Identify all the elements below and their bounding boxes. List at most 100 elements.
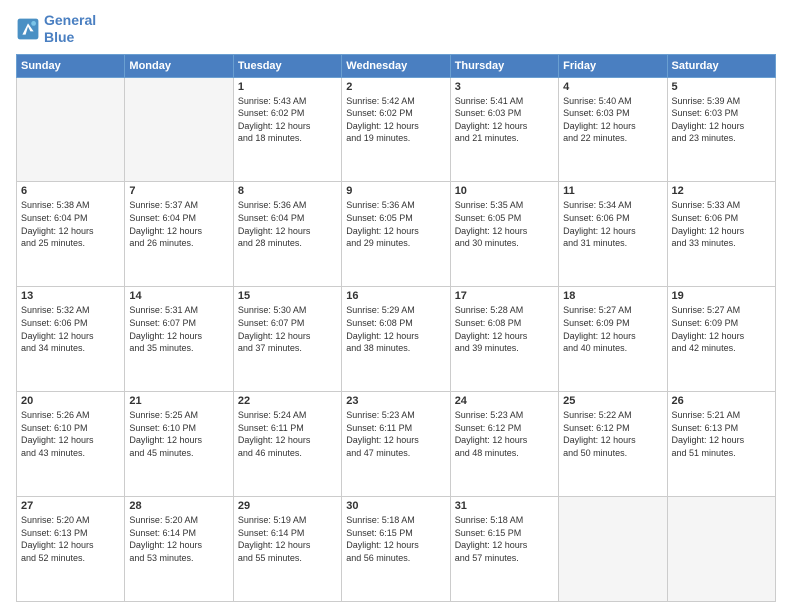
calendar-cell: 3Sunrise: 5:41 AM Sunset: 6:03 PM Daylig… [450,77,558,182]
logo: General Blue [16,12,96,46]
cell-content: Sunrise: 5:34 AM Sunset: 6:06 PM Dayligh… [563,199,662,249]
cell-content: Sunrise: 5:25 AM Sunset: 6:10 PM Dayligh… [129,409,228,459]
day-number: 28 [129,500,228,512]
cell-content: Sunrise: 5:36 AM Sunset: 6:05 PM Dayligh… [346,199,445,249]
calendar-week-row: 6Sunrise: 5:38 AM Sunset: 6:04 PM Daylig… [17,182,776,287]
calendar-cell: 8 Sunrise: 5:36 AM Sunset: 6:04 PM Daylig… [233,182,341,287]
cell-content: Sunrise: 5:18 AM Sunset: 6:15 PM Dayligh… [455,514,554,564]
day-number: 25 [563,395,662,407]
day-number: 15 [238,290,337,302]
calendar-cell: 15 Sunrise: 5:30 AM Sunset: 6:07 PM Dayli… [233,287,341,392]
cell-content: Sunrise: 5:27 AM Sunset: 6:09 PM Dayligh… [672,304,771,354]
day-number: 19 [672,290,771,302]
day-number: 27 [21,500,120,512]
calendar-cell: 27 Sunrise: 5:20 AM Sunset: 6:13 PM Dayli… [17,497,125,602]
calendar-cell: 30 Sunrise: 5:18 AM Sunset: 6:15 PM Dayli… [342,497,450,602]
calendar-cell: 13 Sunrise: 5:32 AM Sunset: 6:06 PM Dayli… [17,287,125,392]
calendar-cell: 25Sunrise: 5:22 AM Sunset: 6:12 PM Dayli… [559,392,667,497]
calendar-cell: 17 Sunrise: 5:28 AM Sunset: 6:08 PM Dayli… [450,287,558,392]
calendar-cell: 22Sunrise: 5:24 AM Sunset: 6:11 PM Dayli… [233,392,341,497]
cell-content: Sunrise: 5:33 AM Sunset: 6:06 PM Dayligh… [672,199,771,249]
calendar-week-row: 13 Sunrise: 5:32 AM Sunset: 6:06 PM Dayli… [17,287,776,392]
calendar-day-header: Tuesday [233,54,341,77]
calendar-cell: 29 Sunrise: 5:19 AM Sunset: 6:14 PM Dayli… [233,497,341,602]
cell-content: Sunrise: 5:40 AM Sunset: 6:03 PM Dayligh… [563,95,662,145]
calendar-day-header: Monday [125,54,233,77]
calendar-cell: 7 Sunrise: 5:37 AM Sunset: 6:04 PM Daylig… [125,182,233,287]
calendar-cell: 11 Sunrise: 5:34 AM Sunset: 6:06 PM Dayli… [559,182,667,287]
calendar-cell: 21 Sunrise: 5:25 AM Sunset: 6:10 PM Dayli… [125,392,233,497]
calendar-cell: 31 Sunrise: 5:18 AM Sunset: 6:15 PM Dayli… [450,497,558,602]
cell-content: Sunrise: 5:23 AM Sunset: 6:12 PM Dayligh… [455,409,554,459]
cell-content: Sunrise: 5:31 AM Sunset: 6:07 PM Dayligh… [129,304,228,354]
calendar-cell: 5 Sunrise: 5:39 AM Sunset: 6:03 PM Daylig… [667,77,775,182]
cell-content: Sunrise: 5:36 AM Sunset: 6:04 PM Dayligh… [238,199,337,249]
calendar-cell: 28 Sunrise: 5:20 AM Sunset: 6:14 PM Dayli… [125,497,233,602]
day-number: 29 [238,500,337,512]
day-number: 13 [21,290,120,302]
day-number: 2 [346,81,445,93]
day-number: 14 [129,290,228,302]
cell-content: Sunrise: 5:30 AM Sunset: 6:07 PM Dayligh… [238,304,337,354]
cell-content: Sunrise: 5:26 AM Sunset: 6:10 PM Dayligh… [21,409,120,459]
calendar-cell [17,77,125,182]
calendar-cell [125,77,233,182]
calendar-day-header: Wednesday [342,54,450,77]
calendar-day-header: Friday [559,54,667,77]
cell-content: Sunrise: 5:28 AM Sunset: 6:08 PM Dayligh… [455,304,554,354]
day-number: 1 [238,81,337,93]
cell-content: Sunrise: 5:32 AM Sunset: 6:06 PM Dayligh… [21,304,120,354]
calendar-cell [667,497,775,602]
calendar-cell: 6Sunrise: 5:38 AM Sunset: 6:04 PM Daylig… [17,182,125,287]
calendar-cell: 10Sunrise: 5:35 AM Sunset: 6:05 PM Dayli… [450,182,558,287]
calendar-day-header: Sunday [17,54,125,77]
calendar-cell: 2Sunrise: 5:42 AM Sunset: 6:02 PM Daylig… [342,77,450,182]
calendar-cell: 4 Sunrise: 5:40 AM Sunset: 6:03 PM Daylig… [559,77,667,182]
cell-content: Sunrise: 5:27 AM Sunset: 6:09 PM Dayligh… [563,304,662,354]
calendar-table: SundayMondayTuesdayWednesdayThursdayFrid… [16,54,776,602]
cell-content: Sunrise: 5:20 AM Sunset: 6:14 PM Dayligh… [129,514,228,564]
day-number: 11 [563,185,662,197]
day-number: 16 [346,290,445,302]
day-number: 5 [672,81,771,93]
day-number: 23 [346,395,445,407]
cell-content: Sunrise: 5:20 AM Sunset: 6:13 PM Dayligh… [21,514,120,564]
day-number: 31 [455,500,554,512]
cell-content: Sunrise: 5:38 AM Sunset: 6:04 PM Dayligh… [21,199,120,249]
calendar-page: General Blue SundayMondayTuesdayWednesda… [0,0,792,612]
day-number: 12 [672,185,771,197]
calendar-cell: 14 Sunrise: 5:31 AM Sunset: 6:07 PM Dayli… [125,287,233,392]
day-number: 7 [129,185,228,197]
day-number: 24 [455,395,554,407]
calendar-week-row: 1Sunrise: 5:43 AM Sunset: 6:02 PM Daylig… [17,77,776,182]
calendar-day-header: Saturday [667,54,775,77]
calendar-cell: 12 Sunrise: 5:33 AM Sunset: 6:06 PM Dayli… [667,182,775,287]
calendar-cell: 20 Sunrise: 5:26 AM Sunset: 6:10 PM Dayli… [17,392,125,497]
day-number: 30 [346,500,445,512]
cell-content: Sunrise: 5:19 AM Sunset: 6:14 PM Dayligh… [238,514,337,564]
calendar-cell: 18 Sunrise: 5:27 AM Sunset: 6:09 PM Dayli… [559,287,667,392]
day-number: 18 [563,290,662,302]
calendar-cell: 26 Sunrise: 5:21 AM Sunset: 6:13 PM Dayli… [667,392,775,497]
cell-content: Sunrise: 5:39 AM Sunset: 6:03 PM Dayligh… [672,95,771,145]
calendar-day-header: Thursday [450,54,558,77]
cell-content: Sunrise: 5:29 AM Sunset: 6:08 PM Dayligh… [346,304,445,354]
calendar-cell: 1Sunrise: 5:43 AM Sunset: 6:02 PM Daylig… [233,77,341,182]
calendar-cell: 9Sunrise: 5:36 AM Sunset: 6:05 PM Daylig… [342,182,450,287]
logo-text: General Blue [44,12,96,46]
logo-icon [16,17,40,41]
day-number: 20 [21,395,120,407]
day-number: 8 [238,185,337,197]
day-number: 26 [672,395,771,407]
cell-content: Sunrise: 5:37 AM Sunset: 6:04 PM Dayligh… [129,199,228,249]
cell-content: Sunrise: 5:21 AM Sunset: 6:13 PM Dayligh… [672,409,771,459]
day-number: 17 [455,290,554,302]
cell-content: Sunrise: 5:23 AM Sunset: 6:11 PM Dayligh… [346,409,445,459]
calendar-cell: 16 Sunrise: 5:29 AM Sunset: 6:08 PM Dayli… [342,287,450,392]
day-number: 21 [129,395,228,407]
calendar-cell [559,497,667,602]
calendar-cell: 23 Sunrise: 5:23 AM Sunset: 6:11 PM Dayli… [342,392,450,497]
cell-content: Sunrise: 5:18 AM Sunset: 6:15 PM Dayligh… [346,514,445,564]
day-number: 4 [563,81,662,93]
calendar-week-row: 27 Sunrise: 5:20 AM Sunset: 6:13 PM Dayli… [17,497,776,602]
